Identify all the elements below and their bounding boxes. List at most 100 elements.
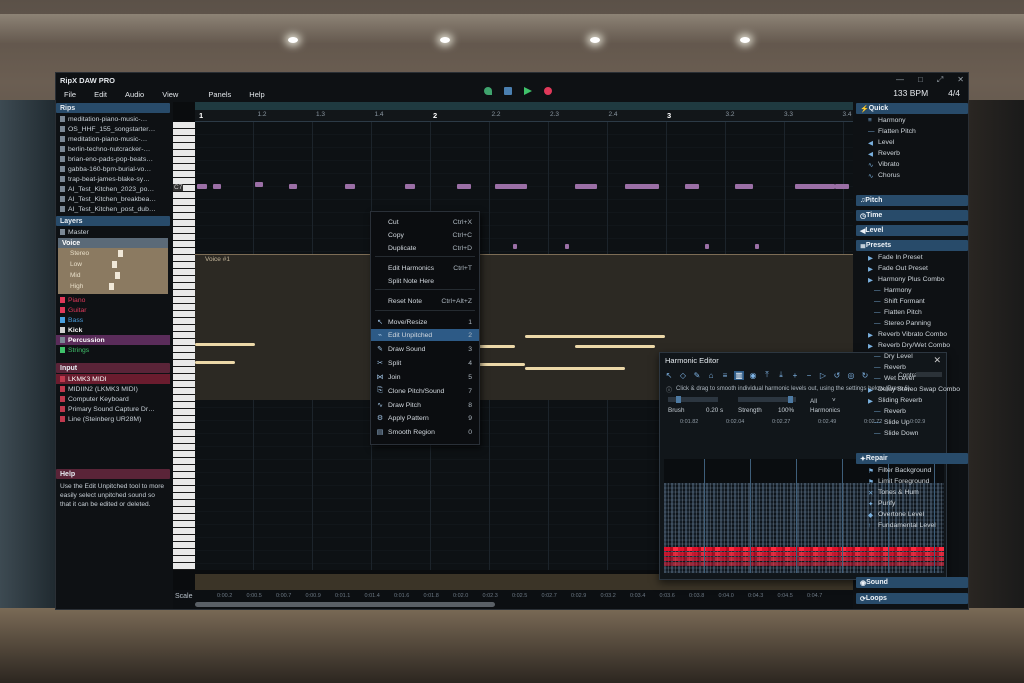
menu-audio[interactable]: Audio [125,90,144,99]
rip-item[interactable]: AI_Test_Kitchen_2023_po… [56,184,170,194]
menu-file[interactable]: File [64,90,76,99]
context-menu-item[interactable]: ⎘Clone Pitch/Sound7 [371,385,479,397]
presets-header[interactable]: ≣Presets [856,240,968,251]
harmonic-tool-icon[interactable]: ✎ [692,371,702,380]
input-item[interactable]: Line (Steinberg UR28M) [56,414,170,424]
note-block[interactable] [755,244,759,249]
strength-slider-knob[interactable] [788,396,793,403]
layer-item[interactable]: Guitar [56,305,170,315]
voice-band[interactable]: Mid [58,270,168,281]
context-menu-item[interactable]: ⌁Edit Unpitched2 [371,329,479,341]
layer-strings[interactable]: Strings [56,345,170,355]
context-menu-item[interactable]: ↖Move/Resize1 [371,316,479,328]
repair-item[interactable]: ✕Tones & Hum [856,487,968,498]
level-header[interactable]: ◀Level [856,225,968,236]
note-block[interactable] [685,184,699,189]
sound-header[interactable]: ◉Sound [856,577,968,588]
preset-item[interactable]: ▶Fade Out Preset [856,263,968,274]
voice-band-level[interactable] [115,272,120,279]
repair-item[interactable]: ↑Fundamental Level [856,520,968,531]
harmonic-tool-icon[interactable]: ▷ [818,371,828,380]
layer-voice-header[interactable]: Voice [58,238,168,248]
rip-item[interactable]: AI_Test_Kitchen_post_dub… [56,204,170,214]
layer-percussion[interactable]: Percussion [56,335,170,345]
pitch-header[interactable]: ♫Pitch [856,195,968,206]
voice-waveform[interactable] [525,335,665,338]
brush-slider-knob[interactable] [676,396,681,403]
repair-item[interactable]: ◆Overtone Level [856,509,968,520]
note-block[interactable] [835,184,849,189]
voice-band[interactable]: High [58,281,168,292]
input-item[interactable]: Primary Sound Capture Dr… [56,404,170,414]
rip-item[interactable]: AI_Test_Kitchen_breakbea… [56,194,170,204]
note-block[interactable] [705,244,709,249]
harmonics-select[interactable]: All [810,398,817,405]
input-item[interactable]: MIDIIN2 (LKMK3 MIDI) [56,384,170,394]
rip-item[interactable]: brian-eno-pads-pop-beats… [56,154,170,164]
harmonic-tool-icon[interactable]: ⤒ [762,370,772,380]
fullscreen-button[interactable]: ⤢ [937,75,943,85]
time-signature[interactable]: 4/4 [948,88,960,98]
menu-edit[interactable]: Edit [94,90,107,99]
preset-item[interactable]: —Flatten Pitch [856,307,968,318]
quick-header[interactable]: ⚡Quick [856,103,968,114]
preset-item[interactable]: —Shift Formant [856,296,968,307]
note-block[interactable] [735,184,753,189]
voice-waveform[interactable] [195,343,255,346]
preset-item[interactable]: ▶Harmony Plus Combo [856,274,968,285]
voice-band[interactable]: Stereo [58,248,168,259]
preset-item[interactable]: ▶Reverb Dry/Wet Combo [856,340,968,351]
rip-item[interactable]: meditation-piano-music-… [56,134,170,144]
stop-button[interactable] [504,87,512,95]
harmonic-tool-icon[interactable]: ◇ [678,371,688,380]
note-block[interactable] [513,244,517,249]
harmonic-tool-icon[interactable]: ↖ [664,371,674,380]
input-item[interactable]: LKMK3 MIDI [56,374,170,384]
note-block[interactable] [625,184,659,189]
repair-item[interactable]: ⚑Filter Background [856,465,968,476]
menu-panels[interactable]: Panels [208,90,231,99]
preset-item[interactable]: —Slide Down [856,428,968,439]
preset-item[interactable]: —Dry Level [856,351,968,362]
voice-waveform[interactable] [575,345,655,348]
preset-item[interactable]: —Reverb [856,406,968,417]
context-menu-item[interactable]: Edit HarmonicsCtrl+T [371,262,479,274]
input-item[interactable]: Computer Keyboard [56,394,170,404]
quick-item[interactable]: ∿Vibrato [856,159,968,170]
quick-item[interactable]: ≡Harmony [856,115,968,126]
context-menu-item[interactable]: CutCtrl+X [371,216,479,228]
maximize-button[interactable]: □ [918,75,923,85]
rip-item[interactable]: trap-beat-james-blake-sy… [56,174,170,184]
harmonic-tool-icon[interactable]: ▥ [734,371,744,380]
note-block[interactable] [565,244,569,249]
layer-item[interactable]: Bass [56,315,170,325]
horizontal-scrollbar[interactable] [195,602,495,607]
play-button[interactable] [524,87,532,95]
context-menu-item[interactable]: ∿Draw Pitch8 [371,399,479,411]
rip-item[interactable]: gabba-160-bpm-burial-vo… [56,164,170,174]
preset-item[interactable]: —Harmony [856,285,968,296]
context-menu-item[interactable]: CopyCtrl+C [371,229,479,241]
repair-item[interactable]: ⚑Limit Foreground [856,476,968,487]
context-menu-item[interactable]: ✎Draw Sound3 [371,343,479,355]
rip-item[interactable]: OS_HHF_155_songstarter… [56,124,170,134]
harmonic-tool-icon[interactable]: ⌂ [706,371,716,380]
repair-item[interactable]: ✦Purify [856,498,968,509]
voice-band-level[interactable] [112,261,117,268]
context-menu-item[interactable]: ⚙Apply Pattern9 [371,412,479,424]
harmonic-tool-icon[interactable]: ↺ [832,371,842,380]
layer-voice[interactable]: Voice StereoLowMidHigh [58,238,168,294]
note-block[interactable] [289,184,297,189]
loops-header[interactable]: ⟳Loops [856,593,968,604]
input-header[interactable]: Input [56,363,170,373]
rip-item[interactable]: berlin-techno-nutcracker-… [56,144,170,154]
scale-label[interactable]: Scale [175,593,193,600]
preset-item[interactable]: —Slide Up [856,417,968,428]
time-ruler[interactable]: Scale 0:00.20:00.50:00.70:00.90:01.10:01… [173,590,853,610]
record-button[interactable] [544,87,552,95]
context-menu-item[interactable]: Reset NoteCtrl+Alt+Z [371,295,479,307]
note-block[interactable] [575,184,597,189]
voice-waveform[interactable] [525,367,625,370]
preset-item[interactable]: —Reverb [856,362,968,373]
context-menu-item[interactable]: ✂Split4 [371,357,479,369]
